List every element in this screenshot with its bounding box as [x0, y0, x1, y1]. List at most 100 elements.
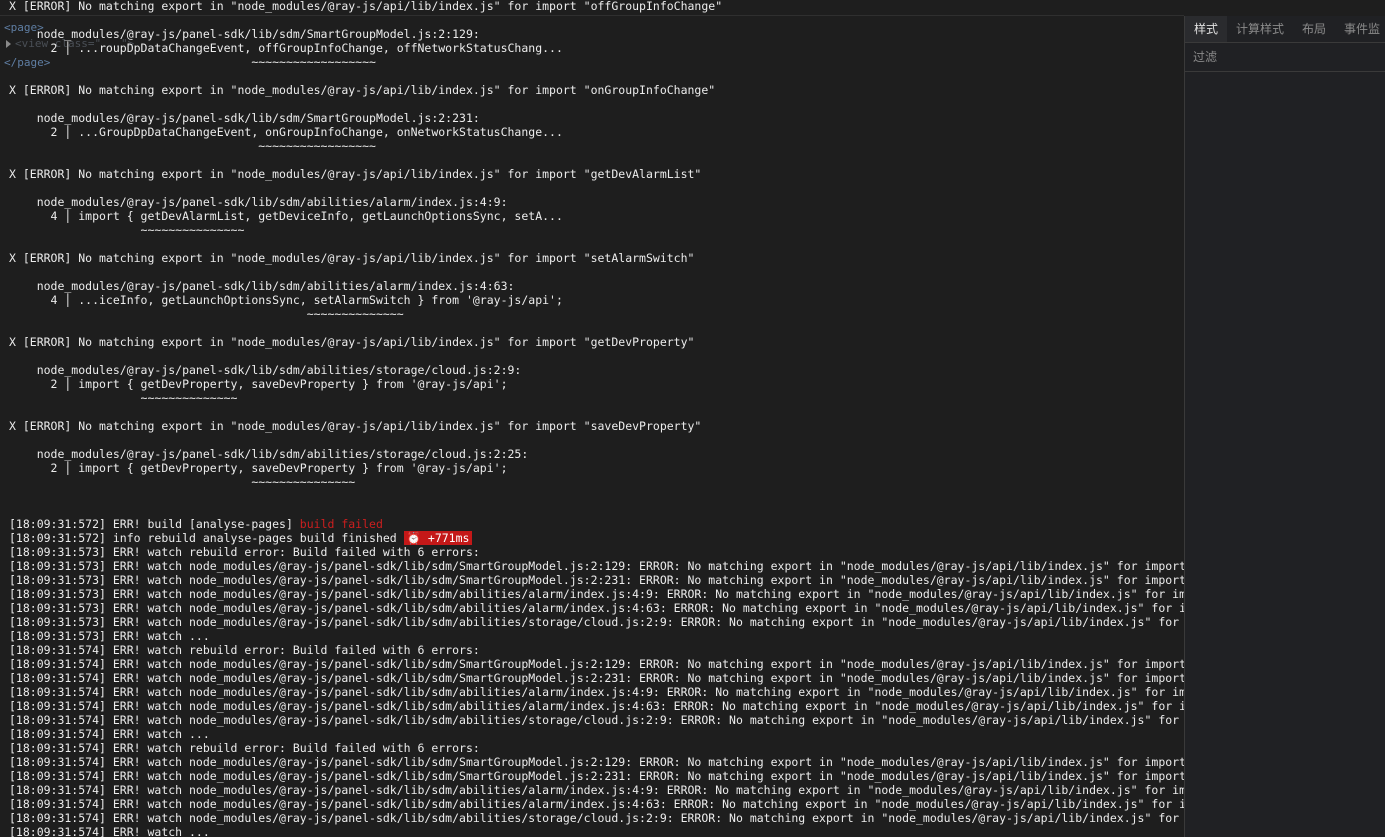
terminal-line-text: [18:09:31:573] ERR! watch node_modules/@… — [9, 587, 1339, 601]
terminal-line-text: [18:09:31:572] info rebuild analyse-page… — [9, 531, 404, 545]
terminal-line-text: [18:09:31:574] ERR! watch ... — [9, 727, 210, 741]
tab-computed[interactable]: 计算样式 — [1227, 16, 1293, 42]
terminal-line: 2 │ import { getDevProperty, saveDevProp… — [9, 461, 508, 475]
terminal-line-text: 4 │ ...iceInfo, getLaunchOptionsSync, se… — [9, 293, 563, 307]
filter-input[interactable] — [1191, 46, 1380, 68]
terminal-line-text: X [ERROR] No matching export in "node_mo… — [9, 0, 723, 13]
filter-row — [1185, 43, 1385, 72]
terminal-line: 2 │ import { getDevProperty, saveDevProp… — [9, 377, 508, 391]
terminal-line: [18:09:31:574] ERR! watch node_modules/@… — [9, 685, 1338, 699]
terminal-line: [18:09:31:574] ERR! watch rebuild error:… — [9, 643, 480, 657]
terminal-line: [18:09:31:574] ERR! watch node_modules/@… — [9, 671, 1324, 685]
terminal-line: [18:09:31:574] ERR! watch node_modules/@… — [9, 783, 1338, 797]
terminal-line-text: [18:09:31:574] ERR! watch node_modules/@… — [9, 811, 1346, 825]
terminal-line: ~~~~~~~~~~~~~~~ — [9, 223, 245, 237]
build-failed-text: build failed — [299, 517, 383, 531]
terminal-line-text: [18:09:31:574] ERR! watch ... — [9, 825, 210, 837]
terminal-line-text: node_modules/@ray-js/panel-sdk/lib/sdm/a… — [9, 447, 529, 461]
terminal-line: [18:09:31:573] ERR! watch rebuild error:… — [9, 545, 480, 559]
styles-tabs: 样式 计算样式 布局 事件监 — [1185, 16, 1385, 43]
terminal-line-text: X [ERROR] No matching export in "node_mo… — [9, 83, 716, 97]
terminal-line: [18:09:31:573] ERR! watch node_modules/@… — [9, 615, 1345, 629]
terminal-line-text: X [ERROR] No matching export in "node_mo… — [9, 251, 695, 265]
terminal-line: ~~~~~~~~~~~~~~~~~ — [9, 139, 376, 153]
terminal-line-text: [18:09:31:574] ERR! watch node_modules/@… — [9, 797, 1339, 811]
terminal-line: [18:09:31:573] ERR! watch node_modules/@… — [9, 573, 1324, 587]
tab-event-listeners[interactable]: 事件监 — [1335, 16, 1385, 42]
terminal-line-text: [18:09:31:573] ERR! watch node_modules/@… — [9, 573, 1325, 587]
terminal-line-text: [18:09:31:574] ERR! watch node_modules/@… — [9, 671, 1325, 685]
terminal-line-text: X [ERROR] No matching export in "node_mo… — [9, 167, 702, 181]
terminal-line: ~~~~~~~~~~~~~~ — [9, 391, 238, 405]
terminal-line: [18:09:31:573] ERR! watch node_modules/@… — [9, 587, 1338, 601]
terminal-line: 4 │ ...iceInfo, getLaunchOptionsSync, se… — [9, 293, 563, 307]
terminal-line-text: ~~~~~~~~~~~~~~~ — [9, 223, 245, 237]
terminal-line-text: [18:09:31:573] ERR! watch node_modules/@… — [9, 615, 1346, 629]
terminal-line: node_modules/@ray-js/panel-sdk/lib/sdm/a… — [9, 363, 522, 377]
terminal-line: node_modules/@ray-js/panel-sdk/lib/sdm/a… — [9, 195, 508, 209]
terminal-line: node_modules/@ray-js/panel-sdk/lib/sdm/a… — [9, 279, 515, 293]
terminal-line: node_modules/@ray-js/panel-sdk/lib/sdm/a… — [9, 447, 529, 461]
terminal-line-text: node_modules/@ray-js/panel-sdk/lib/sdm/a… — [9, 279, 515, 293]
terminal-line-text: [18:09:31:574] ERR! watch rebuild error:… — [9, 741, 480, 755]
terminal-line-text: [18:09:31:574] ERR! watch node_modules/@… — [9, 769, 1325, 783]
terminal-line-text: ~~~~~~~~~~~~~~ — [9, 391, 238, 405]
terminal-line-text: [18:09:31:573] ERR! watch ... — [9, 629, 210, 643]
terminal-line-text: 4 │ import { getDevAlarmList, getDeviceI… — [9, 209, 563, 223]
terminal-line-text: [18:09:31:573] ERR! watch node_modules/@… — [9, 559, 1332, 573]
terminal-line-text: [18:09:31:572] ERR! build [analyse-pages… — [9, 517, 300, 531]
terminal-line: [18:09:31:574] ERR! watch ... — [9, 727, 210, 741]
terminal-line: 2 │ ...GroupDpDataChangeEvent, onGroupIn… — [9, 125, 563, 139]
terminal-line: node_modules/@ray-js/panel-sdk/lib/sdm/S… — [9, 27, 480, 41]
terminal-line-text: [18:09:31:574] ERR! watch node_modules/@… — [9, 657, 1332, 671]
terminal-line-text: 2 │ import { getDevProperty, saveDevProp… — [9, 461, 508, 475]
terminal-line: X [ERROR] No matching export in "node_mo… — [9, 167, 701, 181]
terminal-line: [18:09:31:574] ERR! watch node_modules/@… — [9, 755, 1331, 769]
tab-styles[interactable]: 样式 — [1185, 16, 1228, 42]
terminal-line-text: 2 │ import { getDevProperty, saveDevProp… — [9, 377, 508, 391]
terminal-line-text: node_modules/@ray-js/panel-sdk/lib/sdm/a… — [9, 195, 508, 209]
terminal-line: ~~~~~~~~~~~~~~ — [9, 307, 404, 321]
terminal-line: X [ERROR] No matching export in "node_mo… — [9, 335, 694, 349]
tab-layout[interactable]: 布局 — [1293, 16, 1335, 42]
terminal-line-text: [18:09:31:573] ERR! watch node_modules/@… — [9, 601, 1339, 615]
terminal-line: [18:09:31:574] ERR! watch node_modules/@… — [9, 797, 1338, 811]
terminal-line: [18:09:31:574] ERR! watch node_modules/@… — [9, 713, 1345, 727]
terminal-line-text: node_modules/@ray-js/panel-sdk/lib/sdm/a… — [9, 363, 522, 377]
terminal-line-text: [18:09:31:574] ERR! watch node_modules/@… — [9, 713, 1346, 727]
terminal-line: [18:09:31:573] ERR! watch node_modules/@… — [9, 601, 1338, 615]
terminal-line: node_modules/@ray-js/panel-sdk/lib/sdm/S… — [9, 111, 480, 125]
terminal-line-text: node_modules/@ray-js/panel-sdk/lib/sdm/S… — [9, 27, 480, 41]
terminal-line: [18:09:31:573] ERR! watch ... — [9, 629, 210, 643]
terminal-line-text: [18:09:31:574] ERR! watch node_modules/@… — [9, 783, 1339, 797]
terminal-line: ~~~~~~~~~~~~~~~ — [9, 475, 355, 489]
terminal-line-text: [18:09:31:574] ERR! watch node_modules/@… — [9, 755, 1332, 769]
terminal-line: ~~~~~~~~~~~~~~~~~~ — [9, 55, 376, 69]
terminal-line-text: [18:09:31:574] ERR! watch node_modules/@… — [9, 699, 1339, 713]
terminal-line-text: [18:09:31:574] ERR! watch node_modules/@… — [9, 685, 1339, 699]
terminal-line: [18:09:31:572] ERR! build [analyse-pages… — [9, 517, 383, 531]
terminal-line-text: [18:09:31:573] ERR! watch rebuild error:… — [9, 545, 480, 559]
terminal-line: [18:09:31:573] ERR! watch node_modules/@… — [9, 559, 1331, 573]
terminal-line-text: node_modules/@ray-js/panel-sdk/lib/sdm/S… — [9, 111, 480, 125]
terminal-line: 4 │ import { getDevAlarmList, getDeviceI… — [9, 209, 563, 223]
timer-badge: ⏰ +771ms — [403, 531, 473, 545]
terminal-line: [18:09:31:574] ERR! watch node_modules/@… — [9, 699, 1338, 713]
terminal-line: X [ERROR] No matching export in "node_mo… — [9, 251, 694, 265]
terminal-line-text: ~~~~~~~~~~~~~~ — [9, 307, 404, 321]
terminal-line-text: X [ERROR] No matching export in "node_mo… — [9, 419, 702, 433]
terminal-line: [18:09:31:574] ERR! watch ... — [9, 825, 210, 837]
terminal-line-text: 2 │ ...roupDpDataChangeEvent, offGroupIn… — [9, 41, 563, 55]
terminal-line: [18:09:31:574] ERR! watch rebuild error:… — [9, 741, 480, 755]
terminal-line: X [ERROR] No matching export in "node_mo… — [9, 83, 715, 97]
terminal-line: [18:09:31:574] ERR! watch node_modules/@… — [9, 657, 1331, 671]
panel-divider — [0, 15, 1184, 16]
terminal-line-text: ~~~~~~~~~~~~~~~~~ — [9, 139, 376, 153]
terminal-line-text: [18:09:31:574] ERR! watch rebuild error:… — [9, 643, 480, 657]
terminal-line: [18:09:31:574] ERR! watch node_modules/@… — [9, 811, 1345, 825]
terminal-line: [18:09:31:574] ERR! watch node_modules/@… — [9, 769, 1324, 783]
terminal-line: X [ERROR] No matching export in "node_mo… — [9, 419, 701, 433]
terminal-line-text: X [ERROR] No matching export in "node_mo… — [9, 335, 695, 349]
terminal-line-text: ~~~~~~~~~~~~~~~~~~ — [9, 55, 376, 69]
terminal-line: X [ERROR] No matching export in "node_mo… — [9, 0, 722, 13]
